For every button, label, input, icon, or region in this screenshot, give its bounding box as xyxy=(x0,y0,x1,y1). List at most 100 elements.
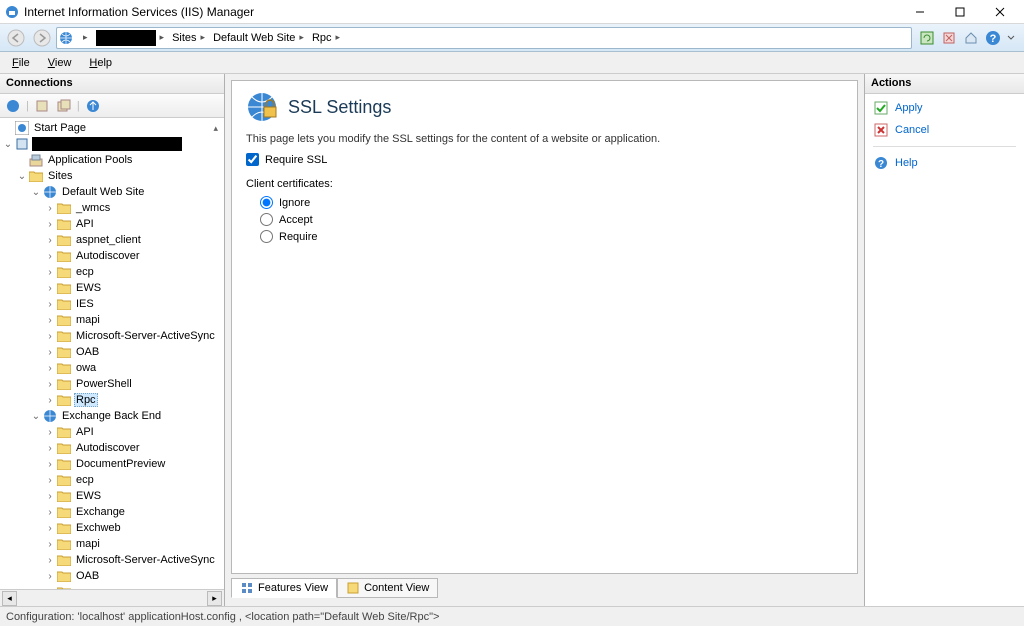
require-ssl-checkbox[interactable] xyxy=(246,153,259,166)
expander-icon[interactable]: › xyxy=(44,203,56,214)
expander-icon[interactable]: › xyxy=(44,555,56,566)
tree-item-ecp[interactable]: ›ecp xyxy=(0,472,224,488)
action-apply[interactable]: Apply xyxy=(873,100,1016,116)
tree-item-mapi[interactable]: ›mapi xyxy=(0,312,224,328)
expander-icon[interactable]: › xyxy=(44,507,56,518)
scroll-left-icon[interactable]: ◂ xyxy=(2,591,17,606)
tree-item-rpc[interactable]: ›Rpc xyxy=(0,392,224,408)
breadcrumb-seg-rpc[interactable]: Rpc▸ xyxy=(308,28,344,48)
tree-item-mapi[interactable]: ›mapi xyxy=(0,536,224,552)
menu-help[interactable]: Help xyxy=(81,55,120,71)
tree-item-oab[interactable]: ›OAB xyxy=(0,344,224,360)
expander-icon[interactable]: › xyxy=(44,443,56,454)
expander-icon[interactable]: ⌄ xyxy=(2,139,14,150)
tree-item-oab[interactable]: ›OAB xyxy=(0,568,224,584)
minimize-button[interactable] xyxy=(900,2,940,22)
action-cancel[interactable]: Cancel xyxy=(873,122,1016,138)
expander-icon[interactable]: › xyxy=(44,267,56,278)
tree-item-microsoft-server-activesync[interactable]: ›Microsoft-Server-ActiveSync xyxy=(0,552,224,568)
tree-item-_wmcs[interactable]: ›_wmcs xyxy=(0,200,224,216)
expander-icon[interactable]: › xyxy=(44,283,56,294)
expander-icon[interactable]: › xyxy=(44,219,56,230)
tree-item-ews[interactable]: ›EWS xyxy=(0,280,224,296)
tree-sites[interactable]: ⌄ Sites xyxy=(0,168,224,184)
tree-item-powershell[interactable]: ›PowerShell xyxy=(0,376,224,392)
tree-item-ecp[interactable]: ›ecp xyxy=(0,264,224,280)
connect-icon[interactable] xyxy=(4,97,22,115)
maximize-button[interactable] xyxy=(940,2,980,22)
radio-require-row[interactable]: Require xyxy=(260,230,843,243)
expander-icon[interactable]: › xyxy=(44,235,56,246)
tree-item-exchange[interactable]: ›Exchange xyxy=(0,504,224,520)
radio-ignore[interactable] xyxy=(260,196,273,209)
tree-item-autodiscover[interactable]: ›Autodiscover xyxy=(0,248,224,264)
tree-item-api[interactable]: ›API xyxy=(0,216,224,232)
tree-item-owa[interactable]: ›owa xyxy=(0,584,224,589)
expander-icon[interactable]: › xyxy=(44,363,56,374)
expander-icon[interactable]: › xyxy=(44,459,56,470)
tree-default-site[interactable]: ⌄ Default Web Site xyxy=(0,184,224,200)
forward-button[interactable] xyxy=(30,27,54,49)
stop-icon[interactable] xyxy=(940,29,958,47)
tab-features-view[interactable]: Features View xyxy=(231,578,337,598)
tree-app-pools[interactable]: Application Pools xyxy=(0,152,224,168)
expander-icon[interactable]: ⌄ xyxy=(30,187,42,198)
breadcrumb-seg-sites[interactable]: Sites▸ xyxy=(168,28,209,48)
scroll-right-icon[interactable]: ▸ xyxy=(207,591,222,606)
help-dropdown-icon[interactable] xyxy=(1006,29,1016,47)
breadcrumb-seg-default[interactable]: Default Web Site▸ xyxy=(209,28,308,48)
menu-view[interactable]: View xyxy=(40,55,80,71)
tree-item-owa[interactable]: ›owa xyxy=(0,360,224,376)
expander-icon[interactable]: › xyxy=(44,395,56,406)
radio-accept-row[interactable]: Accept xyxy=(260,213,843,226)
tab-content-view[interactable]: Content View xyxy=(337,578,438,598)
tree-item-exchweb[interactable]: ›Exchweb xyxy=(0,520,224,536)
expander-icon[interactable]: › xyxy=(44,379,56,390)
home-icon[interactable] xyxy=(962,29,980,47)
back-button[interactable] xyxy=(4,27,28,49)
menu-file[interactable]: File xyxy=(4,55,38,71)
save-icon[interactable] xyxy=(33,97,51,115)
expander-icon[interactable]: ⌄ xyxy=(30,411,42,422)
save-all-icon[interactable] xyxy=(55,97,73,115)
expander-icon[interactable]: › xyxy=(44,475,56,486)
tree-item-ews[interactable]: ›EWS xyxy=(0,488,224,504)
tree-hscrollbar[interactable]: ◂ ▸ xyxy=(0,589,224,606)
expander-icon[interactable]: › xyxy=(44,347,56,358)
tree-item-api[interactable]: ›API xyxy=(0,424,224,440)
close-button[interactable] xyxy=(980,2,1020,22)
refresh-all-icon[interactable] xyxy=(918,29,936,47)
folder-icon xyxy=(56,392,72,408)
action-help[interactable]: ? Help xyxy=(873,155,1016,171)
breadcrumb-seg-redacted[interactable]: ▸ xyxy=(92,28,169,48)
expander-icon[interactable]: › xyxy=(44,539,56,550)
expander-icon[interactable]: ⌄ xyxy=(16,171,28,182)
scroll-up-icon[interactable]: ▴ xyxy=(213,123,218,134)
tree-exchange-site[interactable]: ⌄ Exchange Back End xyxy=(0,408,224,424)
tree-start-page[interactable]: Start Page ▴ xyxy=(0,120,224,136)
expander-icon[interactable]: › xyxy=(44,491,56,502)
expander-icon[interactable]: › xyxy=(44,315,56,326)
expander-icon[interactable]: › xyxy=(44,523,56,534)
tree-item-autodiscover[interactable]: ›Autodiscover xyxy=(0,440,224,456)
tree-item-aspnet_client[interactable]: ›aspnet_client xyxy=(0,232,224,248)
require-ssl-checkbox-row[interactable]: Require SSL xyxy=(246,153,843,166)
breadcrumb-seg-server[interactable]: ▸ xyxy=(75,28,92,48)
breadcrumb[interactable]: ▸ ▸ Sites▸ Default Web Site▸ Rpc▸ xyxy=(56,27,912,49)
radio-ignore-row[interactable]: Ignore xyxy=(260,196,843,209)
help-icon[interactable]: ? xyxy=(984,29,1002,47)
expander-icon[interactable]: › xyxy=(44,571,56,582)
tree-item-documentpreview[interactable]: ›DocumentPreview xyxy=(0,456,224,472)
expander-icon[interactable]: › xyxy=(44,299,56,310)
expander-icon[interactable]: › xyxy=(44,427,56,438)
tree-item-microsoft-server-activesync[interactable]: ›Microsoft-Server-ActiveSync xyxy=(0,328,224,344)
radio-accept[interactable] xyxy=(260,213,273,226)
radio-require[interactable] xyxy=(260,230,273,243)
tree-server[interactable]: ⌄ xyxy=(0,136,224,152)
tree-item-ies[interactable]: ›IES xyxy=(0,296,224,312)
up-level-icon[interactable] xyxy=(84,97,102,115)
expander-icon[interactable]: › xyxy=(44,251,56,262)
expander-icon[interactable]: › xyxy=(44,331,56,342)
connections-tree[interactable]: Start Page ▴ ⌄ Application Pools ⌄ Sites xyxy=(0,118,224,589)
expander-icon[interactable]: › xyxy=(44,587,56,590)
